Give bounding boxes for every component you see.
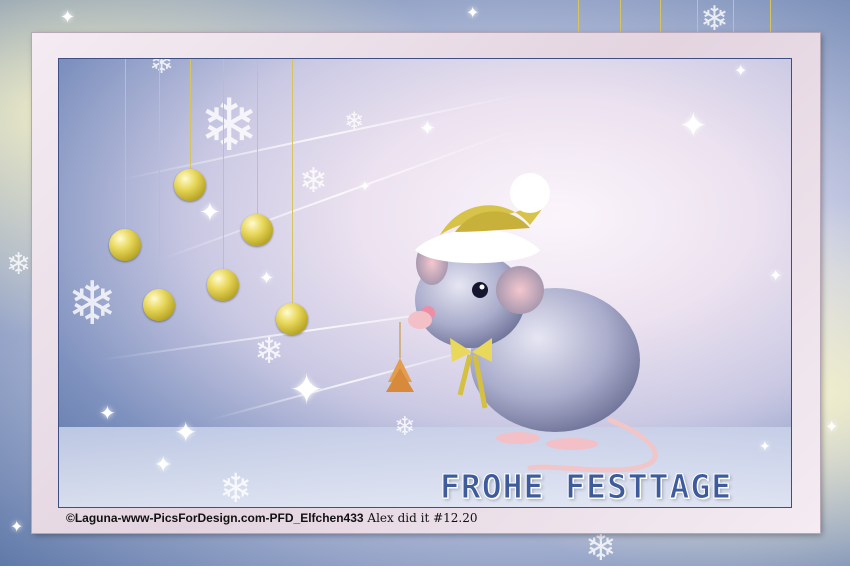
ornament-string <box>190 59 191 169</box>
gold-ornament <box>109 229 141 261</box>
snowflake-icon: ❄ <box>585 525 617 569</box>
credit-line: ©Laguna-www-PicsForDesign.com-PFD_Elfche… <box>66 511 478 525</box>
sparkle-icon: ✦ <box>174 417 198 448</box>
ornament-string <box>223 59 224 269</box>
sparkle-icon: ✦ <box>10 519 24 536</box>
gold-ornament <box>207 269 239 301</box>
snowflake-icon: ❄ <box>149 58 175 81</box>
snowflake-icon: ❄ <box>219 466 253 508</box>
ornament-string <box>159 59 160 289</box>
ornament-string <box>257 59 258 214</box>
outer-background: ❄ ❄ ❄ ✦ ✦ ✦ ✦ ❄ ❄ ❄ ❄ ❄ ❄ ❄ ❄ ✦ ✦ ✦ ✦ ✦ … <box>0 0 850 566</box>
sparkle-icon: ✦ <box>259 268 275 288</box>
sparkle-icon: ✦ <box>759 438 771 454</box>
sparkle-icon: ✦ <box>734 63 748 80</box>
sparkle-icon: ✦ <box>60 7 76 27</box>
ornament-string <box>697 0 698 34</box>
snowflake-icon: ❄ <box>6 247 32 282</box>
sparkle-icon: ✦ <box>679 107 708 145</box>
gold-ornament <box>276 303 308 335</box>
ornament-string <box>292 59 293 303</box>
snowflake-icon: ❄ <box>254 331 285 372</box>
snowflake-icon: ❄ <box>700 0 729 39</box>
credit-source: ©Laguna-www-PicsForDesign.com-PFD_Elfche… <box>66 511 364 525</box>
sparkle-icon: ✦ <box>289 366 325 413</box>
gold-ornament <box>143 289 175 321</box>
sparkle-icon: ✦ <box>419 118 436 140</box>
mouse-illustration <box>386 173 658 473</box>
snowflake-icon: ❄ <box>199 83 260 167</box>
greeting-title: FROHE FESTTAGE <box>439 467 733 507</box>
snowflake-icon: ❄ <box>299 161 328 201</box>
sparkle-icon: ✦ <box>825 419 839 436</box>
credit-signature: Alex did it #12.20 <box>367 511 478 525</box>
gold-ornament <box>241 214 273 246</box>
sparkle-icon: ✦ <box>99 403 116 425</box>
sparkle-icon: ✦ <box>154 452 173 477</box>
sparkle-icon: ✦ <box>359 178 371 194</box>
gold-ornament <box>174 169 206 201</box>
ornament-string <box>125 59 126 229</box>
ornament-string <box>660 0 661 34</box>
sparkle-icon: ✦ <box>466 5 480 22</box>
sparkle-icon: ✦ <box>199 197 221 227</box>
sparkle-icon: ✦ <box>769 268 783 285</box>
ornament-string <box>770 0 771 34</box>
ornament-string <box>733 0 734 34</box>
ornament-string <box>578 0 579 34</box>
snowflake-icon: ❄ <box>344 107 365 135</box>
ornament-string <box>620 0 621 34</box>
snowflake-icon: ❄ <box>67 269 118 339</box>
